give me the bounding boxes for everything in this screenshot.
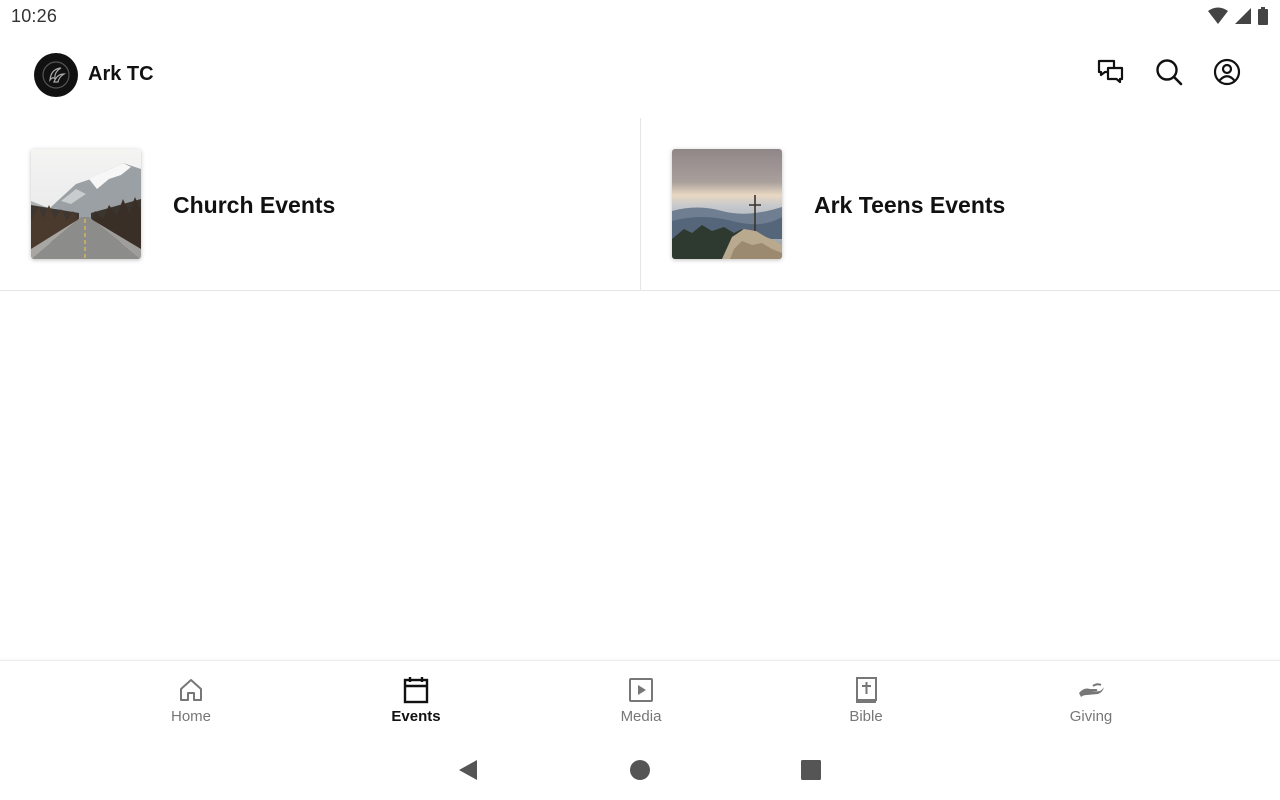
nav-label: Bible <box>849 708 883 725</box>
cell-signal-icon <box>1234 7 1252 25</box>
card-title: Ark Teens Events <box>814 192 1006 218</box>
status-time: 10:26 <box>11 6 58 26</box>
nav-item-bible[interactable]: Bible <box>754 661 979 740</box>
play-icon <box>626 675 656 705</box>
recents-button[interactable] <box>799 758 823 782</box>
card-ark-teens-events[interactable]: Ark Teens Events <box>640 118 1280 290</box>
app-title: Ark TC <box>88 63 154 85</box>
chat-button[interactable] <box>1096 59 1126 89</box>
nav-label: Home <box>170 708 211 725</box>
calendar-icon <box>401 675 431 705</box>
app-bar: Ark TC <box>0 34 1280 118</box>
nav-label: Media <box>620 708 662 725</box>
nav-item-home[interactable]: Home <box>79 661 304 740</box>
status-icons <box>1208 7 1268 25</box>
chat-icon <box>1097 59 1125 90</box>
status-bar: 10:26 <box>0 0 1280 34</box>
nav-item-events[interactable]: Events <box>304 661 529 740</box>
search-button[interactable] <box>1154 58 1184 91</box>
mountain-cross-photo <box>672 149 782 259</box>
search-icon <box>1155 58 1183 91</box>
giving-hand-icon <box>1076 675 1106 705</box>
bible-icon <box>851 675 881 705</box>
system-navigation-bar <box>0 740 1280 800</box>
home-button[interactable] <box>628 758 652 782</box>
account-button[interactable] <box>1212 58 1242 91</box>
wifi-icon <box>1208 7 1228 25</box>
account-icon <box>1213 58 1241 91</box>
nav-item-media[interactable]: Media <box>529 661 754 740</box>
back-button[interactable] <box>456 758 480 782</box>
bottom-navigation: Home Events Media Bible Giving <box>0 660 1280 740</box>
home-icon <box>176 675 206 705</box>
app-bar-actions <box>1096 58 1242 91</box>
card-church-events[interactable]: Church Events <box>0 118 640 290</box>
nav-label: Events <box>391 708 441 725</box>
mountain-road-photo <box>31 149 141 259</box>
nav-label: Giving <box>1069 708 1113 725</box>
nav-item-giving[interactable]: Giving <box>979 661 1204 740</box>
ark-tc-logo[interactable] <box>34 53 78 97</box>
card-title: Church Events <box>173 192 336 218</box>
event-categories: Church Events Ark Teens Events <box>0 118 1280 291</box>
battery-icon <box>1258 7 1268 25</box>
